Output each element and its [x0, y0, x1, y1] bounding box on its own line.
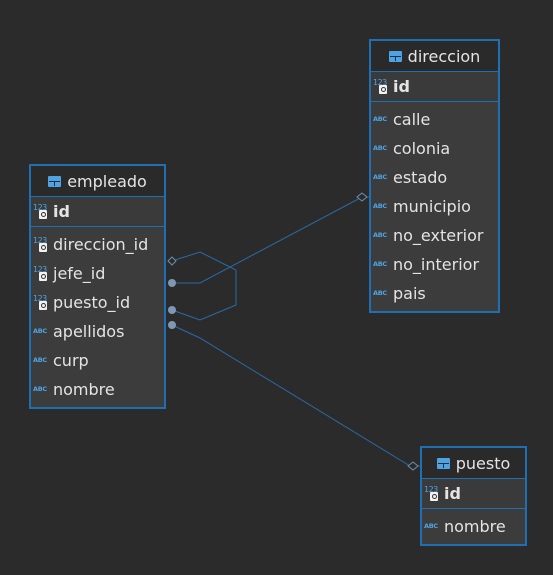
column-row[interactable]: ABC curp: [31, 346, 164, 375]
table-icon: [48, 175, 62, 187]
column-row-pk[interactable]: 123 id: [371, 72, 498, 102]
link-end-diamond: [356, 192, 368, 202]
text-type-icon: ABC: [373, 230, 387, 239]
column-label: curp: [53, 351, 89, 370]
column-row[interactable]: ABC calle: [371, 105, 498, 134]
column-label: puesto_id: [53, 293, 131, 312]
column-row-pk[interactable]: 123 id: [31, 197, 164, 227]
column-label: colonia: [393, 139, 451, 158]
number-key-icon: 123: [32, 235, 52, 255]
text-type-icon: ABC: [33, 355, 47, 364]
column-label: id: [53, 202, 70, 221]
column-label: direccion_id: [53, 235, 149, 254]
entity-puesto[interactable]: puesto 123 id ABC nombre: [420, 446, 527, 546]
text-type-icon: ABC: [373, 259, 387, 268]
text-type-icon: ABC: [373, 143, 387, 152]
column-label: no_interior: [393, 255, 480, 274]
entity-header[interactable]: empleado: [31, 166, 164, 197]
table-icon: [436, 457, 450, 469]
column-row[interactable]: ABC municipio: [371, 192, 498, 221]
column-row[interactable]: ABC estado: [371, 163, 498, 192]
entity-title: direccion: [407, 46, 481, 66]
column-row[interactable]: 123 puesto_id: [31, 288, 164, 317]
column-label: estado: [393, 168, 448, 187]
text-type-icon: ABC: [33, 384, 47, 393]
text-type-icon: ABC: [424, 521, 438, 530]
text-type-icon: ABC: [373, 288, 387, 297]
entity-empleado[interactable]: empleado 123 id 123 direccion_id 123 jef…: [29, 164, 166, 409]
column-label: id: [444, 484, 461, 503]
text-type-icon: ABC: [373, 201, 387, 210]
column-row[interactable]: ABC nombre: [31, 375, 164, 404]
table-icon: [388, 50, 402, 62]
column-row[interactable]: ABC no_exterior: [371, 221, 498, 250]
link-end-dot: [168, 306, 176, 314]
number-key-icon: 123: [372, 77, 392, 97]
column-row[interactable]: ABC pais: [371, 279, 498, 308]
entity-title: puesto: [455, 453, 511, 473]
column-row[interactable]: 123 jefe_id: [31, 259, 164, 288]
number-key-icon: 123: [32, 264, 52, 284]
column-label: apellidos: [53, 322, 125, 341]
column-row[interactable]: ABC apellidos: [31, 317, 164, 346]
column-row-pk[interactable]: 123 id: [422, 479, 525, 509]
column-row[interactable]: ABC no_interior: [371, 250, 498, 279]
column-label: nombre: [53, 380, 115, 399]
link-end-diamond: [407, 461, 419, 471]
column-label: jefe_id: [53, 264, 106, 283]
entity-title: empleado: [67, 171, 147, 191]
column-label: no_exterior: [393, 226, 484, 245]
column-label: id: [393, 77, 410, 96]
link-end-diamond: [167, 256, 177, 266]
column-row[interactable]: 123 direccion_id: [31, 230, 164, 259]
column-row[interactable]: ABC colonia: [371, 134, 498, 163]
column-row[interactable]: ABC nombre: [422, 512, 525, 541]
text-type-icon: ABC: [373, 172, 387, 181]
column-label: calle: [393, 110, 431, 129]
entity-direccion[interactable]: direccion 123 id ABC calle ABC colonia A…: [369, 39, 500, 313]
column-label: pais: [393, 284, 426, 303]
text-type-icon: ABC: [33, 326, 47, 335]
link-end-dot: [168, 321, 176, 329]
number-key-icon: 123: [32, 293, 52, 313]
column-label: municipio: [393, 197, 471, 216]
link-puesto[interactable]: [171, 324, 420, 467]
number-key-icon: 123: [423, 484, 443, 504]
column-label: nombre: [444, 517, 506, 536]
entity-header[interactable]: direccion: [371, 41, 498, 72]
link-direccion[interactable]: [172, 196, 370, 284]
entity-header[interactable]: puesto: [422, 448, 525, 479]
text-type-icon: ABC: [373, 114, 387, 123]
link-end-dot: [168, 279, 176, 287]
link-jefe-self[interactable]: [171, 251, 237, 321]
number-key-icon: 123: [32, 202, 52, 222]
